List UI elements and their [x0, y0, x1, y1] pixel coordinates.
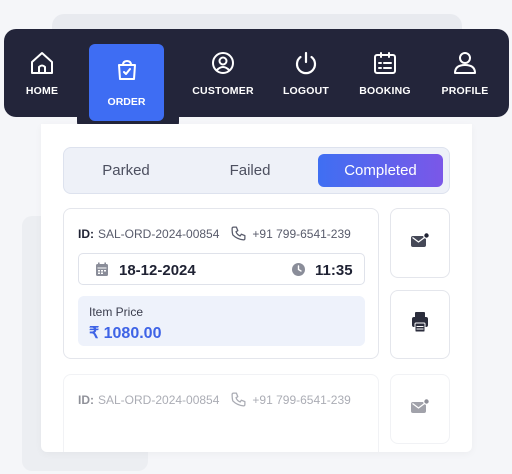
order-id-label: ID: — [78, 392, 94, 407]
order-id-row: ID: SAL-ORD-2024-00854 +91 799-6541-239 — [78, 225, 351, 242]
nav-label-customer: CUSTOMER — [192, 85, 254, 97]
nav-label-profile: PROFILE — [441, 85, 489, 97]
clock-icon — [291, 262, 306, 282]
nav-item-booking[interactable]: BOOKING — [345, 29, 425, 117]
order-phone: +91 799-6541-239 — [252, 226, 351, 241]
status-tabs: Parked Failed Completed — [63, 147, 450, 194]
nav-item-order[interactable]: ORDER — [89, 44, 164, 121]
calendar-icon — [95, 262, 109, 282]
order-datetime: 18-12-2024 11:35 — [78, 253, 365, 285]
nav-item-logout[interactable]: LOGOUT — [266, 29, 346, 117]
orders-panel: Parked Failed Completed ID: SAL-ORD-2024… — [41, 124, 472, 452]
item-price-value: ₹ 1080.00 — [89, 325, 162, 342]
home-icon — [28, 49, 56, 77]
order-id-label: ID: — [78, 226, 94, 241]
nav-label-booking: BOOKING — [359, 85, 411, 97]
nav-label-order: ORDER — [107, 95, 146, 108]
message-icon — [410, 231, 430, 255]
order-date: 18-12-2024 — [119, 262, 196, 279]
nav-item-profile[interactable]: PROFILE — [425, 29, 505, 117]
message-icon — [410, 397, 430, 421]
order-id: SAL-ORD-2024-00854 — [98, 392, 220, 407]
phone-icon — [230, 391, 247, 408]
nav-item-home[interactable]: HOME — [4, 29, 80, 117]
calendar-list-icon — [371, 49, 399, 77]
item-price-box: Item Price ₹ 1080.00 — [78, 296, 365, 346]
nav-label-logout: LOGOUT — [282, 85, 330, 97]
power-icon — [292, 49, 320, 77]
shopping-bag-icon — [115, 58, 139, 87]
order-card[interactable]: ID: SAL-ORD-2024-00854 +91 799-6541-239 — [63, 374, 379, 452]
message-button[interactable] — [390, 208, 450, 278]
item-price-label: Item Price — [89, 305, 144, 319]
phone-icon — [230, 225, 247, 242]
user-circle-icon — [209, 49, 237, 77]
printer-icon — [411, 311, 429, 338]
tab-completed[interactable]: Completed — [318, 154, 443, 187]
order-id-row: ID: SAL-ORD-2024-00854 +91 799-6541-239 — [78, 391, 351, 408]
print-button[interactable] — [390, 290, 450, 359]
nav-item-customer[interactable]: CUSTOMER — [183, 29, 263, 117]
order-time: 11:35 — [315, 262, 353, 279]
message-button[interactable] — [390, 374, 450, 444]
tab-parked[interactable]: Parked — [64, 148, 188, 193]
user-icon — [451, 49, 479, 77]
tab-failed[interactable]: Failed — [188, 148, 312, 193]
order-card[interactable]: ID: SAL-ORD-2024-00854 +91 799-6541-239 — [63, 208, 379, 359]
order-id: SAL-ORD-2024-00854 — [98, 226, 220, 241]
nav-label-home: HOME — [25, 85, 59, 97]
order-phone: +91 799-6541-239 — [252, 392, 351, 407]
